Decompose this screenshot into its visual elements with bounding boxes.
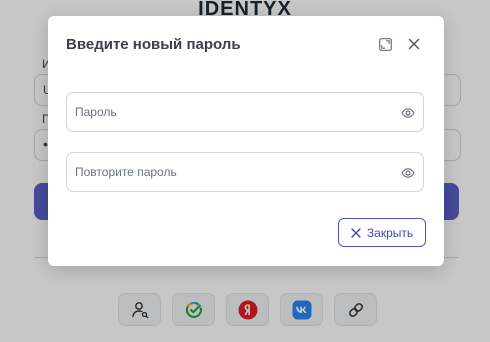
confirm-password-input[interactable] — [75, 153, 395, 191]
confirm-password-field[interactable] — [66, 152, 424, 192]
expand-button[interactable] — [376, 35, 394, 53]
new-password-input[interactable] — [75, 93, 395, 131]
close-icon — [351, 227, 361, 238]
dialog-title: Введите новый пароль — [66, 36, 241, 53]
expand-icon — [378, 37, 392, 51]
eye-icon[interactable] — [401, 166, 415, 180]
new-password-field[interactable] — [66, 92, 424, 132]
close-dialog-button[interactable] — [405, 35, 423, 53]
eye-icon[interactable] — [401, 106, 415, 120]
close-icon — [408, 38, 420, 50]
new-password-dialog: Введите новый пароль Закрыть — [48, 16, 444, 266]
close-button[interactable]: Закрыть — [338, 218, 426, 247]
close-button-label: Закрыть — [366, 225, 414, 240]
